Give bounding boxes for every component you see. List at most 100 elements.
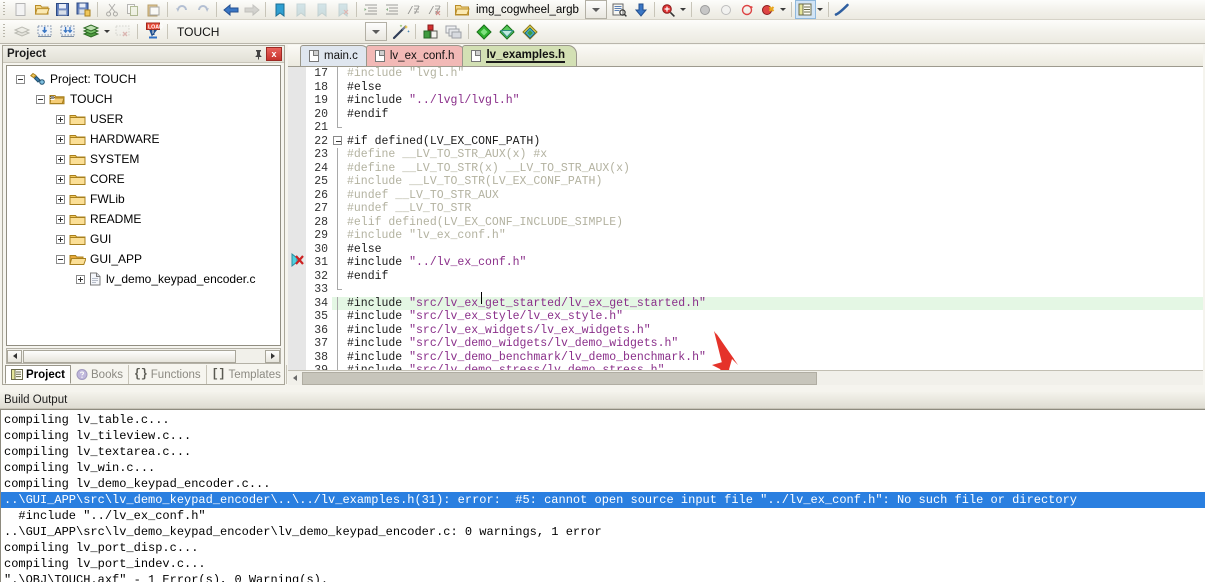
save-icon[interactable] xyxy=(52,0,73,19)
project-tree-horizontal-scrollbar[interactable] xyxy=(6,348,281,364)
tree-node-project[interactable]: Project: TOUCH xyxy=(7,69,280,89)
editor-tab-main-c[interactable]: main.c xyxy=(300,45,370,66)
code-line[interactable]: 37 #include "src/lv_demo_widgets/lv_demo_… xyxy=(288,337,1203,351)
bookmark-clear-icon[interactable] xyxy=(332,0,353,19)
code-line[interactable]: 21 xyxy=(288,121,1203,135)
configuration-wizard-icon[interactable] xyxy=(832,0,853,19)
build-output-line[interactable]: compiling lv_port_disp.c... xyxy=(1,540,1205,556)
code-line[interactable]: 17 #include "lvgl.h" xyxy=(288,67,1203,81)
target-selector[interactable]: TOUCH xyxy=(171,25,225,39)
build-output-line[interactable]: compiling lv_demo_keypad_encoder.c... xyxy=(1,476,1205,492)
redo-icon[interactable] xyxy=(192,0,213,19)
project-window-dropdown-icon[interactable] xyxy=(816,0,825,19)
breakpoint-gutter[interactable] xyxy=(288,337,306,351)
magic-wand-icon[interactable] xyxy=(389,21,412,43)
code-line[interactable]: 26 #undef __LV_TO_STR_AUX xyxy=(288,188,1203,202)
toolbar-grip[interactable] xyxy=(1,24,8,39)
navigate-back-icon[interactable] xyxy=(220,0,241,19)
build-output-line[interactable]: compiling lv_port_indev.c... xyxy=(1,556,1205,572)
tab-templates[interactable]: [] Templates xyxy=(207,365,287,384)
tree-node-folder-gui[interactable]: GUI xyxy=(7,229,280,249)
build-output-log[interactable]: compiling lv_table.c... compiling lv_tile… xyxy=(0,409,1205,582)
tree-expander[interactable] xyxy=(35,94,46,105)
breakpoint-gutter[interactable] xyxy=(288,202,306,216)
code-line[interactable]: 35 #include "src/lv_ex_style/lv_ex_style.… xyxy=(288,310,1203,324)
bookmark-prev-icon[interactable] xyxy=(290,0,311,19)
close-icon[interactable]: x xyxy=(266,47,282,61)
target-options-dropdown-icon[interactable] xyxy=(365,22,388,41)
incremental-find-icon[interactable] xyxy=(630,0,651,19)
tree-node-folder-core[interactable]: CORE xyxy=(7,169,280,189)
project-tree[interactable]: Project: TOUCH TOUCH USER HARDWARE SYSTE… xyxy=(6,65,281,346)
scroll-left-button[interactable] xyxy=(7,349,22,363)
uncomment-icon[interactable]: // xyxy=(423,0,444,19)
cut-icon[interactable] xyxy=(101,0,122,19)
code-line[interactable]: 23 #define __LV_TO_STR_AUX(x) #x xyxy=(288,148,1203,162)
download-icon[interactable]: LOAD xyxy=(141,21,164,43)
rebuild-icon[interactable] xyxy=(56,21,79,43)
breakpoint-gutter[interactable] xyxy=(288,148,306,162)
code-area[interactable]: 17 #include "lvgl.h" 18 #else 19 #include "..… xyxy=(288,67,1203,370)
debug-search-dropdown-icon[interactable] xyxy=(679,0,688,19)
fold-toggle-icon[interactable] xyxy=(333,136,342,145)
code-line[interactable]: 34 #include "src/lv_ex_get_started/lv_ex_… xyxy=(288,296,1203,310)
tree-expander[interactable] xyxy=(55,154,66,165)
code-line[interactable]: 29 #include "lv_ex_conf.h" xyxy=(288,229,1203,243)
build-output-line[interactable]: ..\GUI_APP\src\lv_demo_keypad_encoder\lv… xyxy=(1,524,1205,540)
build-output-line[interactable]: compiling lv_textarea.c... xyxy=(1,444,1205,460)
bookmark-next-icon[interactable] xyxy=(311,0,332,19)
tree-expander[interactable] xyxy=(55,194,66,205)
tree-node-folder-hardware[interactable]: HARDWARE xyxy=(7,129,280,149)
project-window-icon[interactable] xyxy=(794,0,816,19)
breakpoint-gutter[interactable] xyxy=(288,350,306,364)
new-file-icon[interactable] xyxy=(10,0,31,19)
save-all-icon[interactable] xyxy=(73,0,94,19)
breakpoint-gutter[interactable] xyxy=(288,107,306,121)
open-folder-icon[interactable] xyxy=(31,0,52,19)
tree-expander[interactable] xyxy=(55,254,66,265)
tab-functions[interactable]: {} Functions xyxy=(129,365,207,384)
tree-expander[interactable] xyxy=(55,234,66,245)
build-output-line[interactable]: compiling lv_win.c... xyxy=(1,460,1205,476)
breakpoint-gutter[interactable] xyxy=(288,134,306,148)
code-line[interactable]: 36 #include "src/lv_ex_widgets/lv_ex_widg… xyxy=(288,323,1203,337)
code-line[interactable]: 32 #endif xyxy=(288,269,1203,283)
code-line[interactable]: 31 #include "../lv_ex_conf.h" xyxy=(288,252,1203,270)
batch-build-dropdown-icon[interactable] xyxy=(102,22,111,41)
breakpoint-gutter[interactable] xyxy=(288,121,306,135)
tree-node-folder-readme[interactable]: README xyxy=(7,209,280,229)
bookmark-marker-icon[interactable] xyxy=(290,252,306,270)
breakpoint-gutter[interactable] xyxy=(288,188,306,202)
tree-node-folder-fwlib[interactable]: FWLib xyxy=(7,189,280,209)
tree-expander[interactable] xyxy=(75,274,86,285)
books-icon[interactable] xyxy=(472,21,495,43)
tab-books[interactable]: Books xyxy=(71,365,129,384)
tree-expander[interactable] xyxy=(55,174,66,185)
bookmark-toggle-icon[interactable] xyxy=(269,0,290,19)
code-line[interactable]: 28 #elif defined(LV_EX_CONF_INCLUDE_SIMPL… xyxy=(288,215,1203,229)
tree-node-target[interactable]: TOUCH xyxy=(7,89,280,109)
manage-project-items-icon[interactable] xyxy=(419,21,442,43)
breakpoint-gutter[interactable] xyxy=(288,80,306,94)
breakpoint-disabled-icon[interactable] xyxy=(716,0,737,19)
breakpoint-icon[interactable] xyxy=(695,0,716,19)
undo-icon[interactable] xyxy=(171,0,192,19)
code-line[interactable]: 25 #include __LV_TO_STR(LV_EX_CONF_PATH) xyxy=(288,175,1203,189)
code-line[interactable]: 20 #endif xyxy=(288,107,1203,121)
breakpoint-gutter[interactable] xyxy=(288,364,306,370)
code-line[interactable]: 33 xyxy=(288,283,1203,297)
comment-icon[interactable]: // xyxy=(402,0,423,19)
debug-search-icon[interactable] xyxy=(658,0,679,19)
breakpoint-gutter[interactable] xyxy=(288,310,306,324)
breakpoint-gutter[interactable] xyxy=(288,161,306,175)
copy-icon[interactable] xyxy=(122,0,143,19)
build-output-line[interactable]: ".\OBJ\TOUCH.axf" - 1 Error(s), 0 Warnin… xyxy=(1,572,1205,582)
breakpoint-gutter[interactable] xyxy=(288,296,306,310)
scroll-right-button[interactable] xyxy=(265,349,280,363)
tree-expander[interactable] xyxy=(55,214,66,225)
pin-icon[interactable] xyxy=(251,47,266,61)
breakpoint-gutter[interactable] xyxy=(288,215,306,229)
code-line[interactable]: 38 #include "src/lv_demo_benchmark/lv_dem… xyxy=(288,350,1203,364)
build-output-line[interactable]: compiling lv_tileview.c... xyxy=(1,428,1205,444)
breakpoint-gutter[interactable] xyxy=(288,94,306,108)
